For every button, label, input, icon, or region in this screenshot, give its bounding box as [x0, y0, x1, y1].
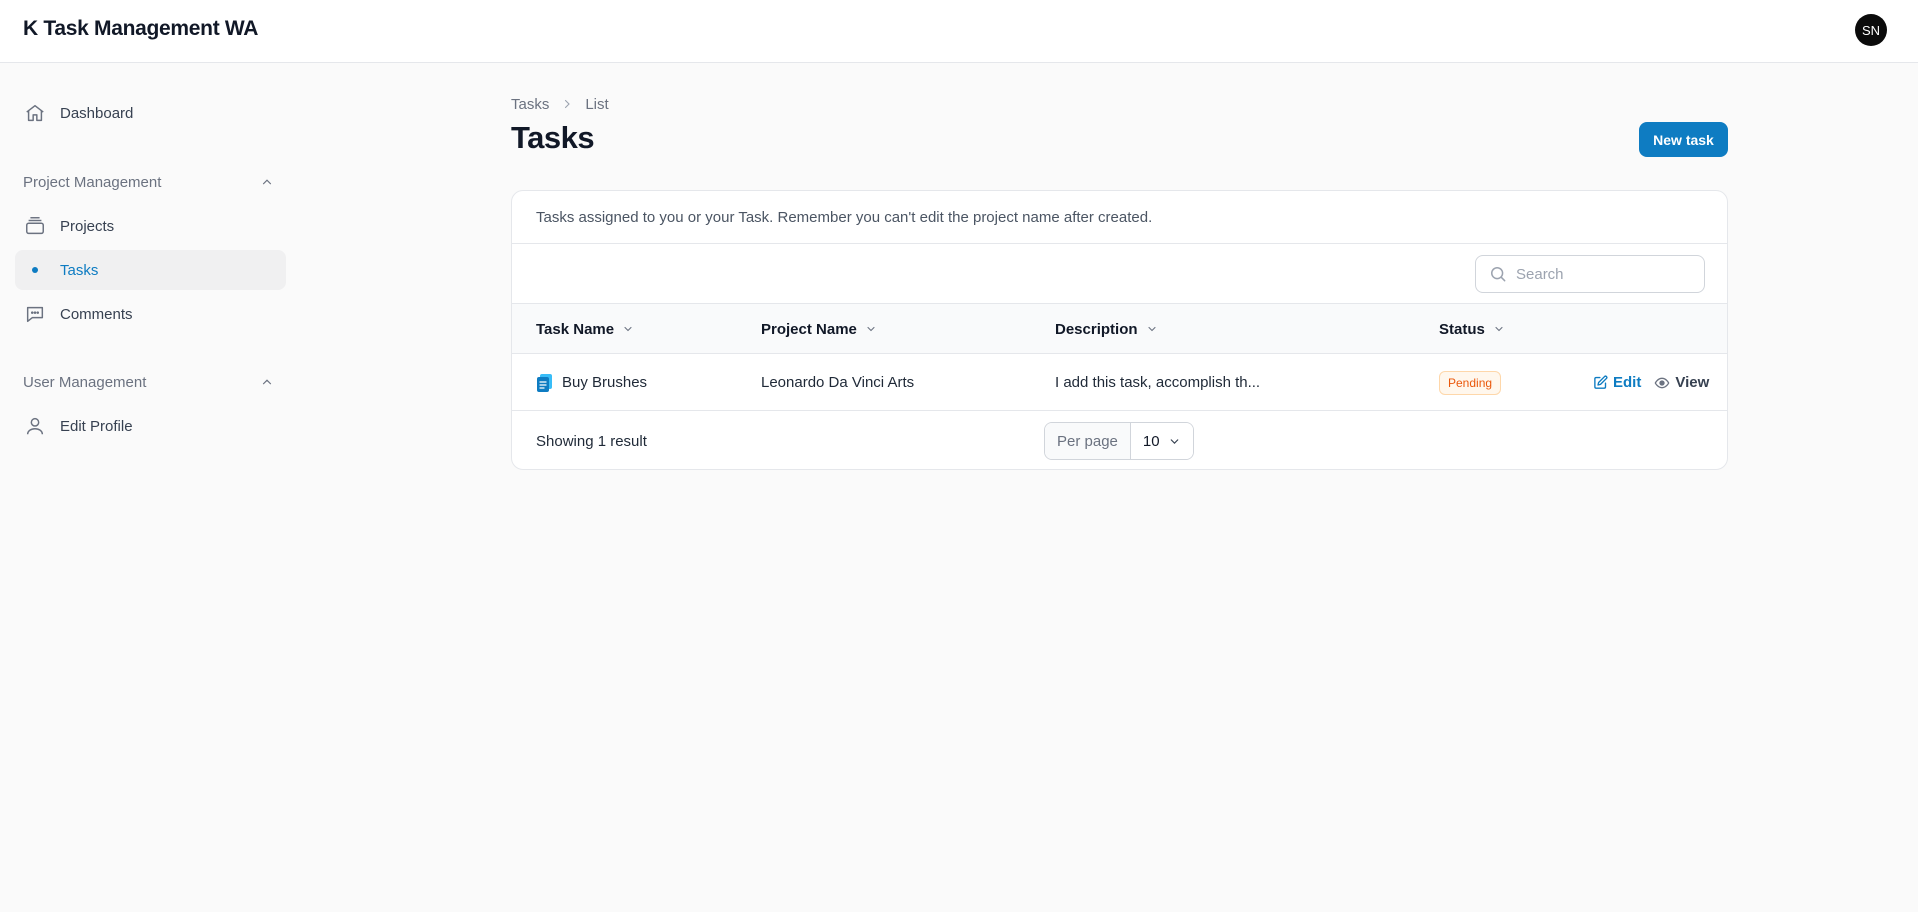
tasks-table-card: Tasks assigned to you or your Task. Reme…	[511, 190, 1728, 470]
sidebar-item-projects[interactable]: Projects	[15, 206, 286, 246]
sidebar-group-project-management[interactable]: Project Management	[23, 170, 276, 194]
stack-icon	[23, 214, 47, 238]
chevron-down-icon	[1146, 323, 1158, 335]
clipboard-icon	[536, 373, 554, 393]
sidebar-group-label: Project Management	[23, 173, 162, 191]
sidebar-item-label: Projects	[60, 217, 115, 235]
breadcrumb-item: List	[585, 95, 609, 113]
table-toolbar	[512, 244, 1727, 304]
cell-project-name: Leonardo Da Vinci Arts	[761, 374, 915, 391]
sidebar-item-edit-profile[interactable]: Edit Profile	[15, 406, 286, 446]
cell-task-name: Buy Brushes	[536, 354, 647, 411]
sidebar-item-label: Tasks	[60, 261, 99, 279]
view-label: View	[1675, 374, 1710, 391]
breadcrumb: Tasks List	[511, 94, 609, 114]
table-header: Task Name Project Name Description Statu…	[512, 304, 1727, 354]
column-header-label: Task Name	[536, 320, 615, 338]
sidebar-group-user-management[interactable]: User Management	[23, 370, 276, 394]
home-icon	[23, 101, 47, 125]
edit-label: Edit	[1613, 374, 1642, 391]
chevron-down-icon	[1493, 323, 1505, 335]
sidebar-item-label: Edit Profile	[60, 417, 133, 435]
sidebar: Dashboard Project Management Projects Ta…	[0, 63, 300, 912]
search-icon	[1488, 264, 1508, 284]
chevron-down-icon	[865, 323, 877, 335]
column-header-label: Status	[1439, 320, 1485, 338]
table-description: Tasks assigned to you or your Task. Reme…	[512, 191, 1727, 244]
column-header-label: Project Name	[761, 320, 857, 338]
cell-description: I add this task, accomplish th...	[1055, 374, 1261, 391]
table-footer: Showing 1 result Per page 10	[512, 411, 1727, 469]
task-name: Buy Brushes	[562, 374, 648, 391]
column-header-label: Description	[1055, 320, 1138, 338]
cell-status: Pending	[1439, 354, 1502, 411]
chevron-down-icon	[1168, 435, 1181, 448]
eye-icon	[1654, 375, 1670, 391]
user-icon	[23, 414, 47, 438]
top-bar: K Task Management WA SN	[0, 0, 1918, 63]
column-header-description[interactable]: Description	[1055, 304, 1158, 354]
per-page-value: 10	[1142, 432, 1160, 450]
sidebar-item-tasks[interactable]: Tasks	[15, 250, 286, 290]
column-header-task-name[interactable]: Task Name	[536, 304, 634, 354]
search-input[interactable]	[1516, 265, 1686, 283]
page-title: Tasks	[511, 120, 595, 155]
cell-actions: Edit View	[1593, 354, 1709, 411]
table-row[interactable]: Buy Brushes Leonardo Da Vinci Arts I add…	[512, 354, 1727, 411]
column-header-project-name[interactable]: Project Name	[761, 304, 877, 354]
view-button[interactable]: View	[1654, 374, 1709, 391]
per-page-dropdown[interactable]: 10	[1130, 423, 1193, 459]
chevron-up-icon[interactable]	[258, 373, 276, 391]
chat-bubble-icon	[23, 302, 47, 326]
app-title[interactable]: K Task Management WA	[23, 17, 258, 41]
chevron-down-icon	[622, 323, 634, 335]
edit-button[interactable]: Edit	[1593, 374, 1641, 391]
chevron-right-icon	[561, 98, 573, 110]
sidebar-item-label: Dashboard	[60, 104, 134, 122]
status-badge: Pending	[1439, 370, 1502, 395]
active-dot-icon	[32, 267, 38, 273]
new-task-button[interactable]: New task	[1639, 122, 1728, 157]
pencil-square-icon	[1593, 375, 1608, 390]
sidebar-group-label: User Management	[23, 373, 147, 391]
per-page-label: Per page	[1045, 423, 1131, 459]
search-box[interactable]	[1475, 255, 1705, 293]
per-page-select[interactable]: Per page 10	[1044, 422, 1194, 460]
chevron-up-icon[interactable]	[258, 173, 276, 191]
column-header-status[interactable]: Status	[1439, 304, 1505, 354]
sidebar-item-dashboard[interactable]: Dashboard	[15, 93, 286, 133]
breadcrumb-item[interactable]: Tasks	[511, 96, 549, 113]
result-count: Showing 1 result	[536, 432, 647, 450]
sidebar-item-comments[interactable]: Comments	[15, 294, 286, 334]
sidebar-item-label: Comments	[60, 305, 133, 323]
user-avatar[interactable]: SN	[1855, 14, 1887, 46]
